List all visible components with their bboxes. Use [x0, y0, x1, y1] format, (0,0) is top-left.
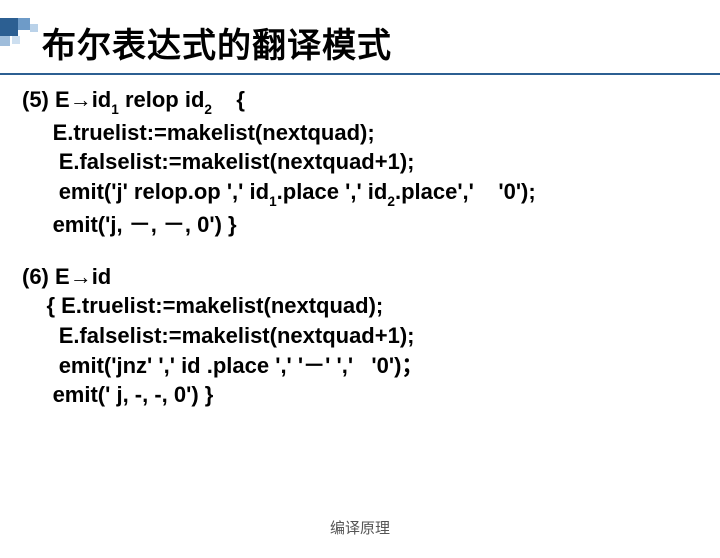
rule-5-line: E.truelist:=makelist(nextquad); [22, 118, 700, 148]
rule-5-line: emit('j, －, －, 0') } [22, 210, 700, 240]
rule-5: (5) E→id1 relop id2 { E.truelist:=makeli… [22, 85, 700, 240]
rule-6-line: E.falselist:=makelist(nextquad+1); [22, 321, 700, 351]
rule-5-line: emit('j' relop.op ',' id1.place ',' id2.… [22, 177, 700, 210]
rule-number: (5) [22, 87, 49, 112]
rule-6-line: emit(' j, -, -, 0') } [22, 380, 700, 410]
rule-5-line: E.falselist:=makelist(nextquad+1); [22, 147, 700, 177]
rule-5-head: (5) E→id1 relop id2 { [22, 85, 700, 118]
rule-6-head: (6) E→id [22, 262, 700, 292]
rule-6-line: emit('jnz' ',' id .place ',' '－' ',' '0'… [22, 351, 700, 381]
slide-footer: 编译原理 [0, 517, 720, 538]
corner-decoration [0, 18, 60, 48]
rule-number: (6) [22, 264, 49, 289]
slide-body: (5) E→id1 relop id2 { E.truelist:=makeli… [0, 75, 720, 410]
slide-title: 布尔表达式的翻译模式 [42, 18, 720, 67]
rule-6-line: { E.truelist:=makelist(nextquad); [22, 291, 700, 321]
rule-6: (6) E→id { E.truelist:=makelist(nextquad… [22, 262, 700, 410]
